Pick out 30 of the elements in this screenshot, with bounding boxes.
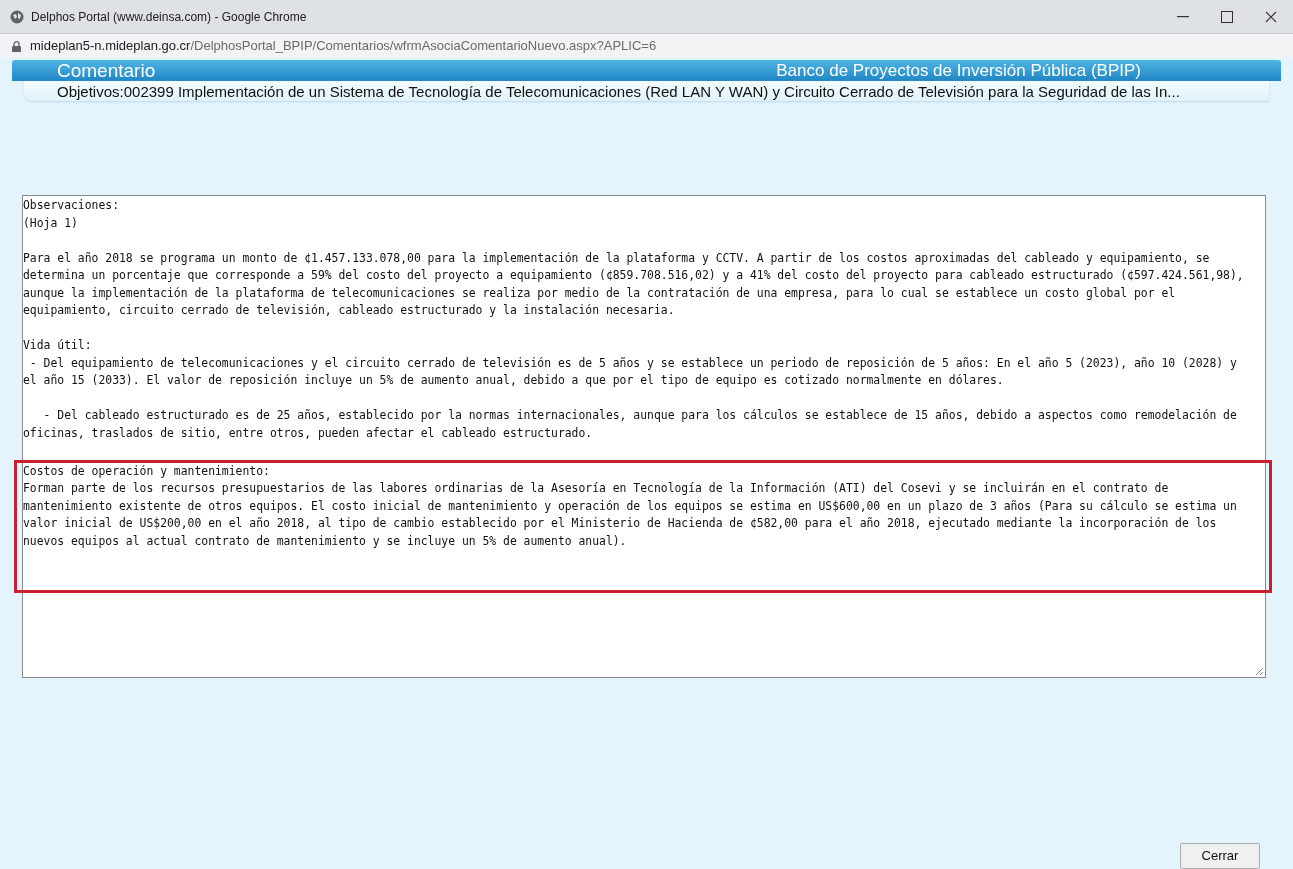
app-name: Banco de Proyectos de Inversión Pública (BPIP)	[776, 62, 1141, 79]
url-host: mideplan5-n.mideplan.go.cr	[30, 37, 191, 56]
close-icon	[1265, 10, 1277, 23]
objective-text: Objetivos:002399 Implementación de un Sistema de Tecnología de Telecomunicaciones (Red LAN Y WAN) y Circuito Cerrado de Televisión para la Seguridad de las In...	[57, 83, 1180, 99]
comment-line: - Del equipamiento de telecomunicaciones y el circuito cerrado de televisión es de 5 años y se establece un periodo de reposición de 5 años: En el año 5 (2023), año 10 (2028) y	[28, 354, 1237, 372]
lock-icon	[12, 40, 21, 52]
resize-grip-icon[interactable]	[1255, 667, 1264, 676]
window-title: Delphos Portal (www.deinsa.com) - Google Chrome	[31, 8, 307, 26]
comment-line: Observaciones:	[23, 197, 119, 214]
comment-line: aunque la implementación de la plataforma de telecomunicaciones se realiza por medio de la contratación de una empresa, para lo cual se establece un costo global por el	[23, 284, 1176, 302]
comment-line: Costos de operación y mantenimiento:	[23, 462, 270, 480]
comment-line: oficinas, traslados de sitio, entre otros, pueden afectar el cableado estructurado.	[23, 424, 593, 442]
minimize-icon	[1177, 15, 1189, 18]
comment-line: (Hoja 1)	[23, 214, 78, 232]
comment-line: valor inicial de US$200,00 en el año 2018, al tipo de cambio establecido por el Ministerio de Hacienda de ¢582,00 para el año 2018, ejecutado mediante la incorporación de los	[23, 515, 1217, 532]
comment-line: nuevos equipos al actual contrato de mantenimiento y se incluye un 5% de aumento anual).	[23, 532, 627, 550]
comment-line: equipamiento, circuito cerrado de televisión, cableado estructurado y la instalación necesaria.	[23, 302, 675, 319]
comment-line: Para el año 2018 se programa un monto de ¢1.457.133.078,00 para la implementación de la plataforma y CCTV. A partir de los costos aproximadas del cableado y equipamiento, se	[23, 249, 1210, 267]
maximize-icon	[1221, 10, 1233, 23]
globe-icon	[10, 9, 24, 24]
comment-line: el año 15 (2033). El valor de reposición incluye un 5% de aumento anual, debido a que por el tipo de equipo es cotizado normalmente en dólares.	[23, 372, 1004, 389]
comment-line: - Del cableado estructurado es de 25 años, establecido por la normas internacionales, aunque para los cálculos se establece de 15 años, debido a aspectos como remodelación de	[42, 407, 1237, 424]
close-button[interactable]: Cerrar	[1180, 843, 1260, 869]
page-title: Comentario	[57, 61, 156, 80]
comment-line: Vida útil:	[23, 337, 92, 354]
comment-line: Forman parte de los recursos presupuestarios de las labores ordinarias de la Asesoría en Tecnología de la Información (ATI) del Cosevi y se incluirán en el contrato de	[23, 480, 1169, 497]
comment-line: mantenimiento existente de otros equipos. El costo inicial de mantenimiento y operación de los equipos se estima en US$600,00 en un plazo de 3 años (Para su cálculo se estima un	[23, 497, 1237, 515]
comment-line: determina un porcentaje que corresponde a 59% del costo del proyecto a equipamiento (¢859.708.516,02) y a 41% del costo del proyecto para cableado estructurado (¢597.424.561,98),	[23, 267, 1244, 284]
url-path: /DelphosPortal_BPIP/Comentarios/wfrmAsociaComentarioNuevo.aspx?APLIC=6	[190, 37, 657, 56]
address-bar[interactable]: mideplan5-n.mideplan.go.cr/DelphosPortal_BPIP/Comentarios/wfrmAsociaComentarioNuevo.aspx?APLIC=6	[0, 33, 1293, 58]
